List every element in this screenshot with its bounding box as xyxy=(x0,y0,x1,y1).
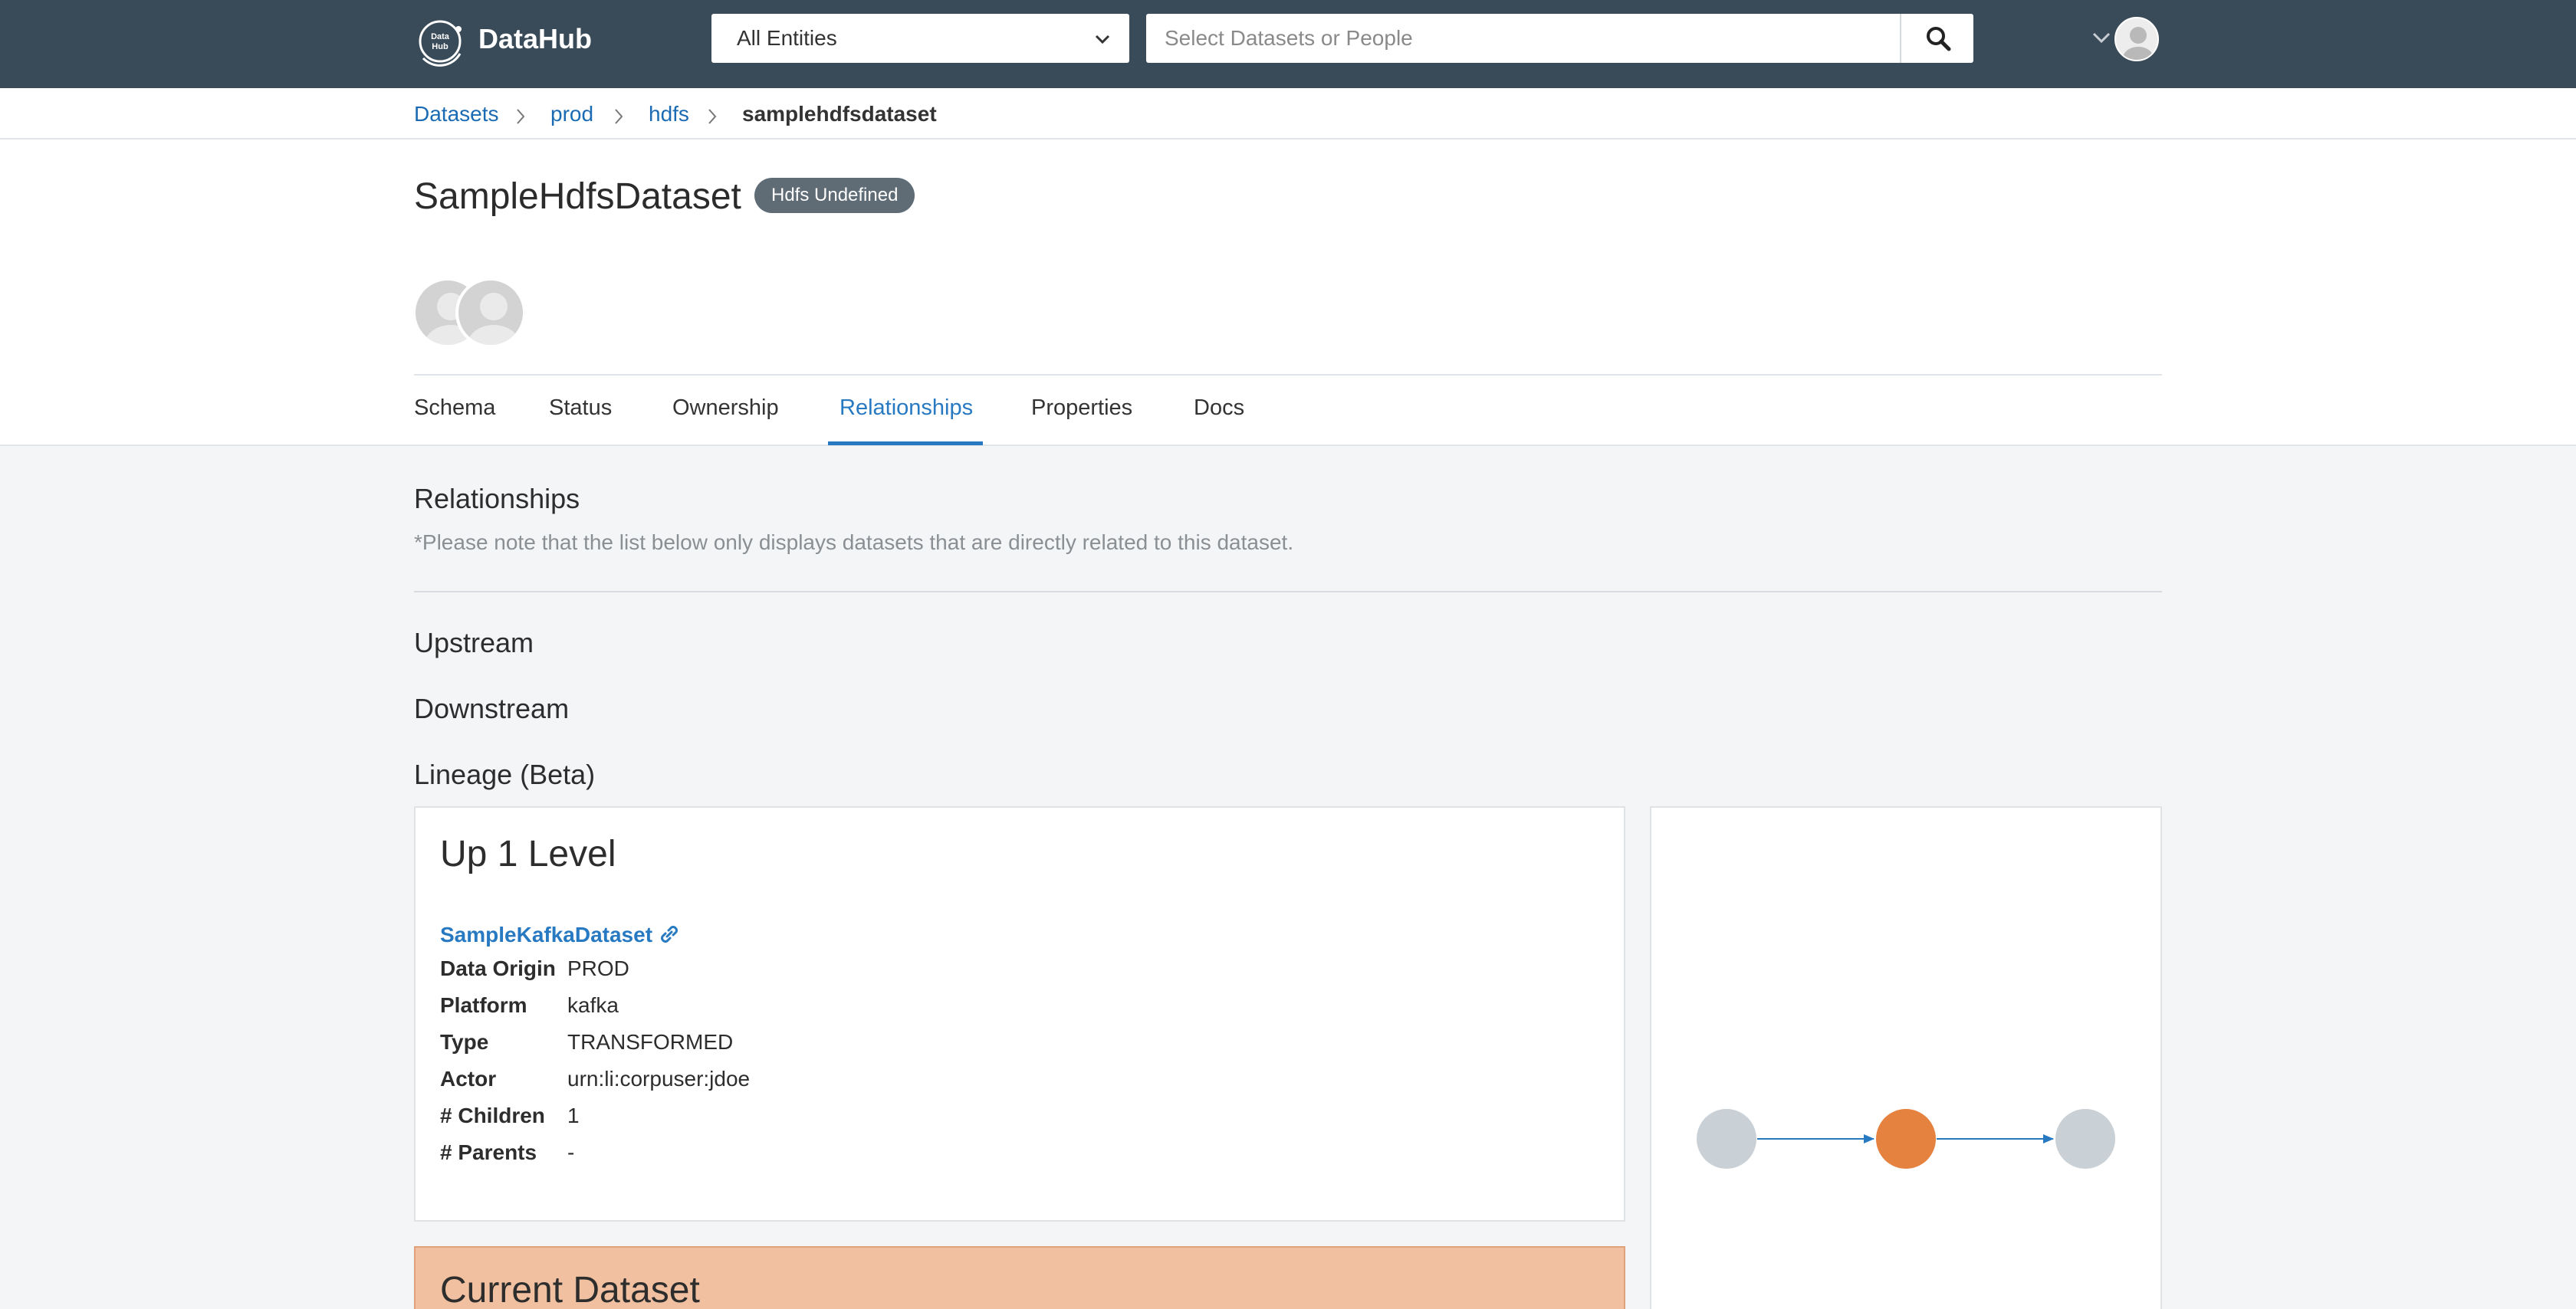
breadcrumb-current: samplehdfsdataset xyxy=(742,102,937,126)
datahub-logo-icon[interactable]: Data Hub xyxy=(412,14,468,69)
tab-properties[interactable]: Properties xyxy=(1031,392,1132,423)
downstream-heading[interactable]: Downstream xyxy=(414,690,569,728)
breadcrumb: Datasets prod hdfs samplehdfsdataset xyxy=(0,88,2576,139)
chevron-right-icon xyxy=(615,109,623,124)
svg-text:Hub: Hub xyxy=(432,42,449,51)
breadcrumb-datasets[interactable]: Datasets xyxy=(414,99,499,130)
prop-key-platform: Platform xyxy=(440,993,527,1017)
tab-relationships[interactable]: Relationships xyxy=(840,392,973,423)
prop-value-data-origin: PROD xyxy=(567,956,629,980)
entity-select-value: All Entities xyxy=(737,26,837,50)
chevron-down-icon xyxy=(1095,34,1110,44)
current-dataset-card: Current Dataset xyxy=(414,1246,1625,1309)
lineage-node-upstream[interactable] xyxy=(1697,1109,1756,1169)
search-icon xyxy=(1927,27,1951,51)
breadcrumb-prod[interactable]: prod xyxy=(550,99,593,130)
entity-type-select[interactable]: All Entities xyxy=(711,14,1129,63)
lineage-graph-svg xyxy=(1697,1109,2115,1169)
person-icon xyxy=(468,293,520,345)
lineage-heading: Lineage (Beta) xyxy=(414,759,596,790)
lineage-node-downstream[interactable] xyxy=(2055,1109,2115,1169)
prop-key-children: # Children xyxy=(440,1104,545,1127)
prop-value-platform: kafka xyxy=(567,993,619,1017)
lineage-node-current[interactable] xyxy=(1876,1109,1936,1169)
user-menu-chevron-icon[interactable] xyxy=(2091,29,2111,46)
header-divider xyxy=(414,374,2162,376)
prop-value-parents: - xyxy=(567,1140,575,1164)
svg-text:Data: Data xyxy=(431,32,450,41)
tab-schema[interactable]: Schema xyxy=(414,392,495,423)
tab-ownership[interactable]: Ownership xyxy=(672,392,779,423)
page-title: SampleHdfsDataset xyxy=(414,176,741,217)
active-tab-indicator xyxy=(828,441,983,445)
platform-badge: Hdfs Undefined xyxy=(754,178,915,213)
prop-key-data-origin: Data Origin xyxy=(440,956,556,980)
relationships-heading: Relationships xyxy=(414,483,580,514)
tab-docs[interactable]: Docs xyxy=(1194,392,1244,423)
owner-avatar[interactable] xyxy=(455,277,526,348)
search-input[interactable] xyxy=(1146,14,1900,63)
prop-key-type: Type xyxy=(440,1030,489,1054)
user-avatar[interactable] xyxy=(2114,17,2159,61)
breadcrumb-hdfs[interactable]: hdfs xyxy=(649,99,689,130)
upstream-heading[interactable]: Upstream xyxy=(414,624,534,662)
current-dataset-title: Current Dataset xyxy=(440,1270,700,1309)
prop-key-parents: # Parents xyxy=(440,1140,537,1164)
brand-name[interactable]: DataHub xyxy=(478,20,592,58)
lineage-graph xyxy=(1650,806,2162,1309)
upstream-dataset-link[interactable]: SampleKafkaDataset xyxy=(440,920,652,950)
user-silhouette-icon xyxy=(2123,27,2154,60)
prop-key-actor: Actor xyxy=(440,1067,497,1091)
chevron-right-icon xyxy=(708,109,717,124)
search-button[interactable] xyxy=(1900,14,1973,63)
top-nav: Data Hub DataHub All Entities xyxy=(0,0,2576,88)
link-icon[interactable] xyxy=(658,923,681,946)
dataset-header: SampleHdfsDataset Hdfs Undefined Schema … xyxy=(0,139,2576,446)
tab-status[interactable]: Status xyxy=(549,392,612,423)
relationships-note: *Please note that the list below only di… xyxy=(414,530,1294,554)
upstream-level-card: Up 1 Level SampleKafkaDataset Data Origi… xyxy=(414,806,1625,1222)
card-title: Up 1 Level xyxy=(440,834,616,874)
chevron-right-icon xyxy=(517,109,525,124)
prop-value-children: 1 xyxy=(567,1104,580,1127)
section-divider xyxy=(414,591,2162,592)
prop-value-type: TRANSFORMED xyxy=(567,1030,734,1054)
prop-value-actor: urn:li:corpuser:jdoe xyxy=(567,1067,751,1091)
